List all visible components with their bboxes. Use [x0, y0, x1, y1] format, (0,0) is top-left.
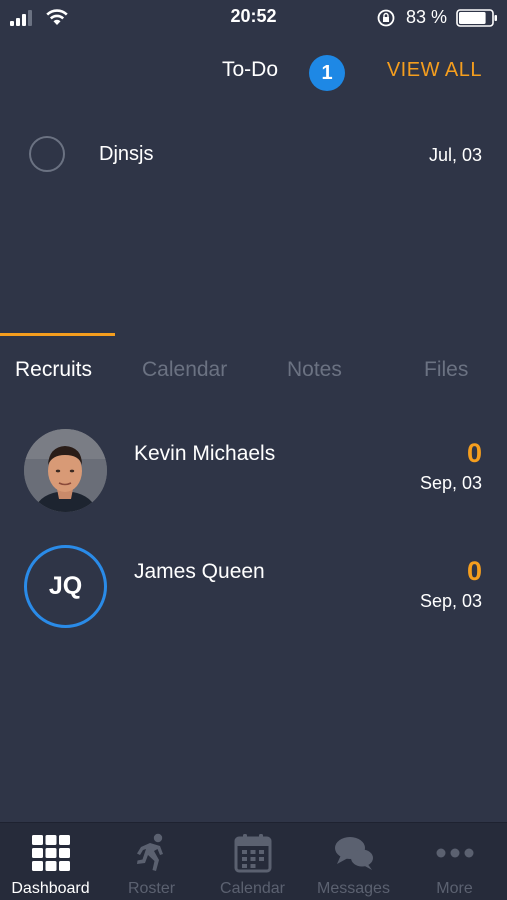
- nav-more[interactable]: More: [404, 823, 505, 900]
- todo-item-text: Djnsjs: [99, 143, 154, 165]
- runner-icon: [137, 833, 163, 871]
- calendar-icon: [234, 834, 272, 873]
- tab-calendar[interactable]: Calendar: [142, 358, 227, 382]
- avatar: JQ: [24, 545, 107, 628]
- chat-bubbles-icon: [335, 837, 373, 870]
- recruit-row[interactable]: JQ James Queen 0 Sep, 03: [0, 543, 507, 633]
- nav-calendar[interactable]: Calendar: [202, 823, 303, 900]
- battery-percentage: 83 %: [406, 7, 448, 27]
- recruit-name: James Queen: [134, 560, 265, 583]
- avatar: [24, 429, 107, 512]
- view-all-link[interactable]: VIEW ALL: [387, 59, 482, 82]
- todo-checkbox[interactable]: [29, 136, 65, 172]
- bottom-navigation: Dashboard Roster Calendar Messages More: [0, 822, 507, 900]
- profile-photo-icon: [24, 429, 107, 512]
- nav-label: Calendar: [220, 880, 285, 897]
- nav-label: Roster: [127, 880, 176, 897]
- todo-count-badge: 1: [309, 55, 345, 91]
- nav-roster[interactable]: Roster: [101, 823, 202, 900]
- nav-label: More: [436, 880, 473, 897]
- recruit-row[interactable]: Kevin Michaels 0 Sep, 03: [0, 425, 507, 515]
- active-tab-indicator: [0, 333, 115, 336]
- battery-icon: [456, 9, 497, 27]
- nav-dashboard[interactable]: Dashboard: [0, 823, 101, 900]
- nav-label: Messages: [317, 880, 390, 897]
- tab-files[interactable]: Files: [424, 358, 468, 382]
- nav-label: Dashboard: [11, 880, 90, 897]
- tab-recruits[interactable]: Recruits: [15, 358, 92, 382]
- orientation-lock-icon: [377, 9, 395, 27]
- more-dots-icon: [436, 848, 474, 858]
- recruit-count: 0: [466, 438, 482, 468]
- todo-item[interactable]: Djnsjs Jul, 03: [0, 128, 507, 182]
- section-tabs: Recruits Calendar Notes Files: [0, 330, 507, 390]
- tab-notes[interactable]: Notes: [287, 358, 342, 382]
- grid-icon: [32, 835, 70, 871]
- recruit-date: Sep, 03: [419, 591, 482, 611]
- recruit-date: Sep, 03: [419, 473, 482, 493]
- todo-item-date: Jul, 03: [428, 145, 482, 165]
- status-bar: 20:52 83 %: [0, 0, 507, 36]
- recruit-count: 0: [466, 556, 482, 586]
- nav-messages[interactable]: Messages: [303, 823, 404, 900]
- recruit-name: Kevin Michaels: [134, 442, 276, 465]
- todo-title: To-Do: [222, 58, 279, 81]
